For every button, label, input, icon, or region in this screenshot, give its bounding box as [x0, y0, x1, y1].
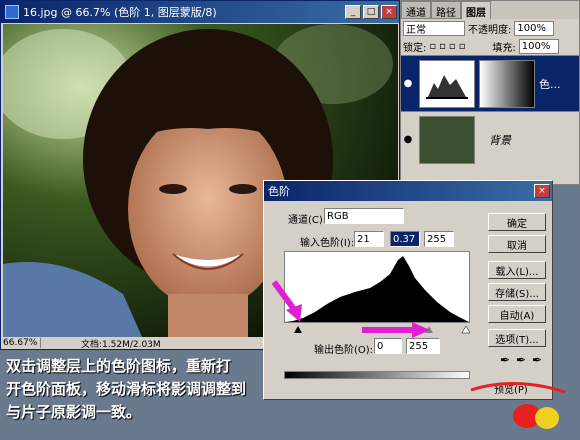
layer-background[interactable]: ● 背景	[401, 111, 579, 167]
close-button[interactable]: ×	[534, 184, 550, 198]
input-white[interactable]: 255	[424, 231, 454, 247]
background-thumbnail[interactable]	[419, 115, 475, 164]
output-black[interactable]: 0	[374, 338, 402, 354]
levels-title: 色阶	[268, 185, 290, 198]
minimize-button[interactable]: _	[345, 5, 361, 19]
layers-panel: 通道 路径 图层 正常 不透明度: 100% 锁定: ▫▫▫▫ 填充: 100%…	[400, 0, 580, 185]
channel-label: 通道(C):	[288, 215, 327, 226]
layer-levels[interactable]: ● 色...	[401, 55, 579, 111]
tab-channels[interactable]: 通道	[401, 1, 431, 19]
black-slider-handle	[294, 326, 302, 333]
blend-mode-select[interactable]: 正常	[403, 20, 465, 36]
caption-line: 开色阶面板，移动滑标将影调调整到	[6, 380, 247, 398]
channel-select[interactable]: RGB	[324, 208, 404, 224]
gray-eyedropper-icon[interactable]: ✒	[516, 353, 530, 369]
opacity-input[interactable]: 100%	[514, 20, 555, 36]
eye-icon[interactable]: ●	[401, 134, 415, 145]
document-titlebar[interactable]: 16.jpg @ 66.7% (色阶 1, 图层蒙版/8) _ □ ×	[1, 1, 399, 23]
input-black[interactable]: 21	[354, 231, 384, 247]
document-info[interactable]: 文档:1.52M/2.03M	[41, 337, 161, 350]
layer-name: 色...	[539, 77, 561, 91]
input-levels-label: 输入色阶(I):	[300, 238, 355, 249]
watermark-logo	[470, 382, 566, 429]
tab-layers[interactable]: 图层	[461, 1, 491, 19]
lock-icons[interactable]: ▫▫▫▫	[429, 41, 489, 52]
ok-button[interactable]: 确定	[488, 213, 546, 231]
zoom-level[interactable]: 66.67%	[1, 338, 41, 348]
blend-row: 正常 不透明度: 100%	[401, 19, 579, 37]
document-title: 16.jpg @ 66.7% (色阶 1, 图层蒙版/8)	[23, 6, 217, 19]
black-eyedropper-icon[interactable]: ✒	[500, 353, 514, 369]
input-gamma[interactable]: 0.37	[390, 231, 420, 247]
layer-name: 背景	[489, 133, 511, 147]
opacity-label: 不透明度:	[468, 24, 512, 36]
load-button[interactable]: 载入(L)...	[488, 261, 546, 279]
output-levels-label: 输出色阶(O):	[314, 345, 374, 356]
close-button[interactable]: ×	[381, 5, 397, 19]
arrow-to-gamma-slider-icon	[362, 322, 430, 338]
panel-tabs: 通道 路径 图层	[401, 1, 579, 19]
eye-icon[interactable]: ●	[401, 78, 415, 89]
photoshop-icon	[5, 5, 19, 19]
levels-adjustment-icon[interactable]	[419, 59, 475, 108]
tutorial-caption: 双击调整层上的色阶图标，重新打 开色阶面板，移动滑标将影调调整到 与片子原影调一…	[6, 355, 406, 424]
white-slider-handle	[461, 325, 471, 334]
auto-button[interactable]: 自动(A)	[488, 305, 546, 323]
caption-line: 双击调整层上的色阶图标，重新打	[6, 357, 232, 375]
save-button[interactable]: 存储(S)...	[488, 283, 546, 301]
arrow-to-black-slider-icon	[271, 280, 302, 322]
output-white[interactable]: 255	[406, 338, 440, 354]
lock-label: 锁定:	[403, 42, 427, 54]
fill-label: 填充:	[492, 42, 516, 54]
options-button[interactable]: 选项(T)...	[488, 329, 546, 347]
layer-mask-thumbnail[interactable]	[479, 59, 535, 108]
cancel-button[interactable]: 取消	[488, 235, 546, 253]
caption-line: 与片子原影调一致。	[6, 403, 142, 421]
lock-row: 锁定: ▫▫▫▫ 填充: 100%	[401, 37, 579, 55]
maximize-button[interactable]: □	[363, 5, 379, 19]
tab-paths[interactable]: 路径	[431, 1, 461, 19]
fill-input[interactable]: 100%	[518, 38, 559, 54]
white-eyedropper-icon[interactable]: ✒	[532, 353, 546, 369]
histogram	[284, 251, 470, 323]
levels-titlebar[interactable]: 色阶 ×	[264, 181, 552, 201]
